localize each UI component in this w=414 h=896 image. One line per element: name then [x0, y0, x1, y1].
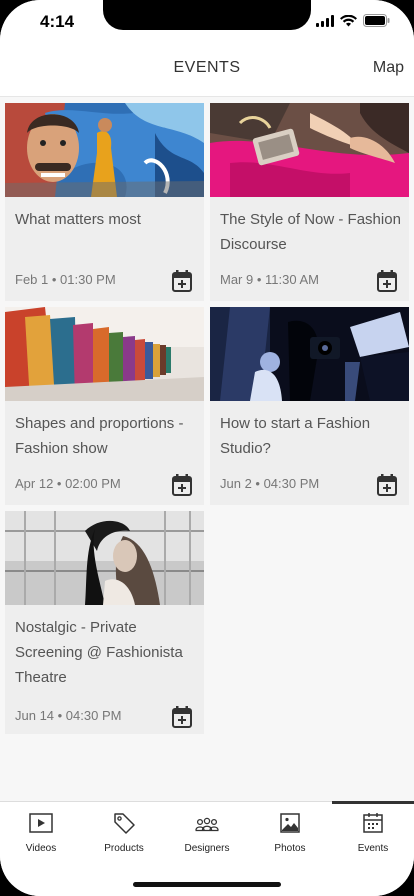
- event-date: Apr 12 • 02:00 PM: [15, 476, 121, 491]
- group-icon: [195, 817, 219, 832]
- map-button[interactable]: Map: [373, 59, 404, 77]
- event-date: Mar 9 • 11:30 AM: [220, 272, 319, 287]
- event-image: [210, 307, 409, 401]
- event-image: [5, 307, 204, 401]
- tab-photos[interactable]: Photos: [249, 802, 331, 862]
- event-card[interactable]: How to start a Fashion Studio? Jun 2 • 0…: [210, 307, 409, 505]
- event-title: What matters most: [15, 211, 141, 228]
- event-image: [5, 103, 204, 197]
- device-notch: [103, 0, 311, 30]
- event-title: The Style of Now - Fashion Discourse: [220, 211, 401, 253]
- tab-products[interactable]: Products: [83, 802, 165, 862]
- event-card[interactable]: Shapes and proportions - Fashion show Ap…: [5, 307, 204, 505]
- tab-videos[interactable]: Videos: [0, 802, 82, 862]
- add-to-calendar-icon[interactable]: [172, 706, 192, 728]
- add-to-calendar-icon[interactable]: [377, 474, 397, 496]
- add-to-calendar-icon[interactable]: [377, 270, 397, 292]
- event-card[interactable]: Nostalgic - Private Screening @ Fashioni…: [5, 511, 204, 734]
- event-image: [210, 103, 409, 197]
- video-icon: [29, 813, 53, 833]
- nav-header: EVENTS Map: [0, 44, 414, 97]
- tab-events[interactable]: Events: [332, 802, 414, 862]
- tab-label: Events: [357, 843, 389, 854]
- tab-label: Products: [104, 843, 144, 854]
- tab-label: Videos: [25, 843, 57, 854]
- status-icons: [316, 14, 390, 27]
- photo-icon: [280, 813, 300, 833]
- add-to-calendar-icon[interactable]: [172, 474, 192, 496]
- add-to-calendar-icon[interactable]: [172, 270, 192, 292]
- calendar-icon: [363, 813, 383, 833]
- event-title: How to start a Fashion Studio?: [220, 415, 371, 457]
- tab-designers[interactable]: Designers: [166, 802, 248, 862]
- event-date: Feb 1 • 01:30 PM: [15, 272, 116, 287]
- phone-screen: 4:14 EVENTS Map What matters most Feb 1 …: [0, 0, 414, 896]
- wifi-icon: [340, 14, 357, 26]
- event-date: Jun 2 • 04:30 PM: [220, 476, 320, 491]
- event-card[interactable]: The Style of Now - Fashion Discourse Mar…: [210, 103, 409, 301]
- tag-icon: [114, 813, 135, 834]
- page-title: EVENTS: [173, 59, 241, 76]
- battery-icon: [363, 14, 390, 27]
- event-date: Jun 14 • 04:30 PM: [15, 708, 122, 723]
- home-indicator: [133, 882, 281, 887]
- event-image: [5, 511, 204, 605]
- event-title: Shapes and proportions - Fashion show: [15, 415, 184, 457]
- event-card[interactable]: What matters most Feb 1 • 01:30 PM: [5, 103, 204, 301]
- tab-label: Photos: [274, 843, 306, 854]
- signal-icon: [316, 14, 334, 27]
- event-title: Nostalgic - Private Screening @ Fashioni…: [15, 619, 183, 686]
- tab-label: Designers: [184, 843, 230, 854]
- status-time: 4:14: [40, 12, 75, 31]
